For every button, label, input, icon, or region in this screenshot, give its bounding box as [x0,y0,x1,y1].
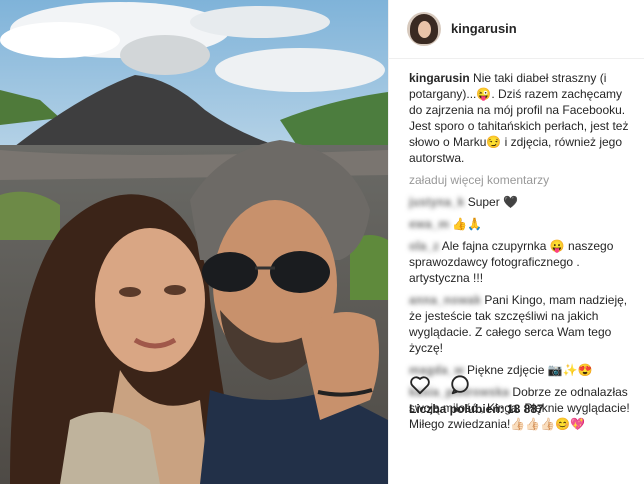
comment-username[interactable]: ola_z [409,239,439,253]
post-photo [0,0,388,484]
post-sidebar: kingarusin kingarusin Nie taki diabeł st… [388,0,644,484]
caption-text: Nie taki diabeł straszny (i potargany)..… [409,71,629,165]
comment-text: 👍🙏 [452,217,483,231]
comment-text: Ale fajna czupyrnka 😛 naszego sprawozdaw… [409,239,614,285]
comment-text: Piękne zdjęcie 📷✨😍 [467,363,593,377]
comment: justyna_k Super 🖤 [409,194,635,210]
caption-username[interactable]: kingarusin [409,71,470,85]
comment: ewa_m 👍🙏 [409,216,635,232]
load-more-comments-link[interactable]: załaduj więcej komentarzy [409,172,635,188]
comment-username[interactable]: justyna_k [409,195,464,209]
comment-text: Super 🖤 [467,195,518,209]
post-actions [409,374,485,398]
post-header: kingarusin [389,0,644,59]
header-username[interactable]: kingarusin [451,21,517,36]
comment-username[interactable]: anna_nowak [409,293,481,307]
selfie-image [0,0,388,484]
avatar-face [418,21,431,38]
comment: ola_z Ale fajna czupyrnka 😛 naszego spra… [409,238,635,286]
comment-icon[interactable] [449,374,471,401]
instagram-post: kingarusin kingarusin Nie taki diabeł st… [0,0,644,484]
likes-count[interactable]: Liczba polubień: 18 887 [409,402,544,416]
avatar[interactable] [407,12,441,46]
comment-username[interactable]: ewa_m [409,217,449,231]
heart-icon[interactable] [409,375,431,400]
caption: kingarusin Nie taki diabeł straszny (i p… [409,70,635,166]
comment: anna_nowak Pani Kingo, mam nadzieję, że … [409,292,635,356]
